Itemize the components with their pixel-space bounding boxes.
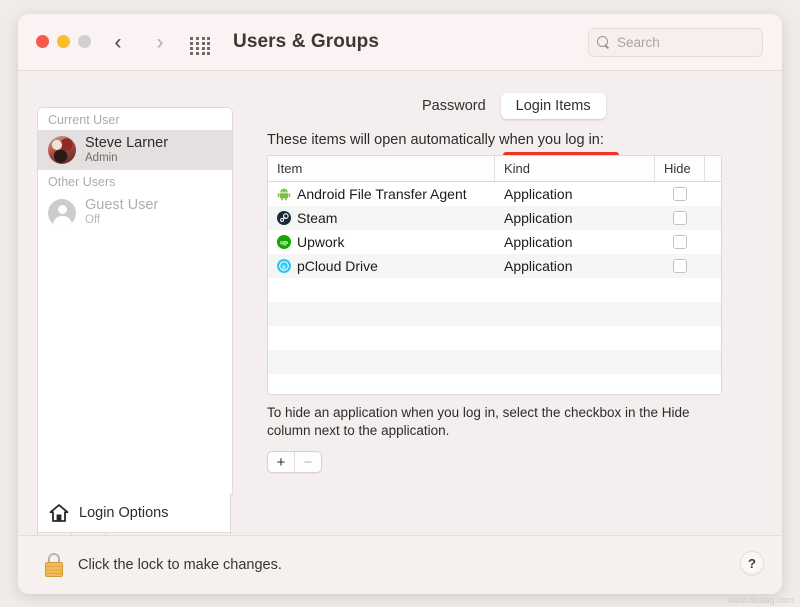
close-button[interactable] [36,35,49,48]
item-name: Android File Transfer Agent [297,186,467,202]
column-header-item[interactable]: Item [268,156,495,181]
hide-checkbox[interactable] [673,259,687,273]
svg-text:p: p [282,264,286,270]
item-name: Steam [297,210,338,226]
search-field[interactable]: Search [588,28,763,57]
table-row[interactable]: Android File Transfer Agent Application [268,182,721,206]
lock-message: Click the lock to make changes. [78,557,282,573]
cell-hide [655,187,705,201]
window-titlebar: ‹ › Users & Groups Search [18,14,782,71]
user-name: Guest User [85,197,159,214]
user-status: Admin [85,151,118,164]
window-content: Current User Steve Larner Admin Other Us… [18,71,782,594]
item-name: pCloud Drive [297,258,378,274]
sidebar-item-guest-user[interactable]: Guest User Off [38,192,232,232]
cell-kind: Application [504,234,573,250]
table-row[interactable]: p pCloud Drive Application [268,254,721,278]
remove-login-item-button[interactable]: − [294,452,321,472]
table-header-row: Item Kind Hide [268,156,721,182]
zoom-button[interactable] [78,35,91,48]
cell-item: Android File Transfer Agent [268,186,495,202]
svg-text:up: up [280,240,288,247]
item-name: Upwork [297,234,345,250]
minimize-button[interactable] [57,35,70,48]
cell-item: up Upwork [268,234,495,250]
cell-hide [655,259,705,273]
table-row-empty [268,278,721,302]
desktop-background: ‹ › Users & Groups Search Current User S… [0,0,800,607]
watermark: www.4eaag.com [727,595,794,605]
login-items-add-remove: + − [267,451,322,473]
table-row-empty [268,374,721,394]
cell-kind: Application [504,258,573,274]
steam-icon [277,211,291,225]
cell-kind: Application [504,210,573,226]
login-items-table: Item Kind Hide Android File Transfer Age… [267,155,722,395]
sidebar-item-steve-larner[interactable]: Steve Larner Admin [38,130,232,171]
users-sidebar: Current User Steve Larner Admin Other Us… [37,107,233,495]
cell-item: Steam [268,210,495,226]
user-name: Steve Larner [85,135,169,151]
hide-column-hint: To hide an application when you log in, … [267,405,690,439]
search-icon [597,36,610,49]
cell-kind: Application [504,186,573,202]
avatar [48,136,76,165]
add-login-item-button[interactable]: + [268,452,294,472]
forward-button[interactable]: › [148,30,172,54]
column-header-hide[interactable]: Hide [655,156,705,181]
table-row[interactable]: Steam Application [268,206,721,230]
cell-item: p pCloud Drive [268,258,495,274]
cell-hide [655,211,705,225]
window-footer: Click the lock to make changes. ? [18,535,782,594]
table-row-empty [268,326,721,350]
locked-padlock-icon[interactable] [40,548,68,580]
hide-checkbox[interactable] [673,235,687,249]
column-header-kind[interactable]: Kind [495,156,655,181]
sidebar-item-login-options[interactable]: Login Options [37,493,231,533]
android-icon [277,187,291,201]
back-button[interactable]: ‹ [106,30,130,54]
sidebar-item-label: Login Options [79,504,169,521]
cell-hide [655,235,705,249]
tab-password[interactable]: Password [407,93,501,119]
home-icon [48,503,70,523]
upwork-icon: up [277,235,291,249]
tab-login-items[interactable]: Login Items [500,93,606,119]
system-preferences-window: ‹ › Users & Groups Search Current User S… [18,14,782,594]
traffic-lights [36,35,91,48]
avatar [48,198,76,227]
pcloud-icon: p [277,259,291,273]
hide-checkbox[interactable] [673,211,687,225]
table-row-empty [268,302,721,326]
sidebar-group-header-current: Current User [38,108,232,130]
page-title: Users & Groups [233,31,380,52]
column-header-spacer [705,156,721,181]
help-button[interactable]: ? [740,551,764,575]
table-row-empty [268,350,721,374]
tab-bar: Password Login Items [407,93,606,119]
search-placeholder: Search [617,35,660,50]
login-items-description: These items will open automatically when… [267,132,604,148]
show-all-icon[interactable] [190,37,211,55]
user-status: Off [85,214,101,227]
sidebar-group-header-other: Other Users [38,170,232,193]
hide-checkbox[interactable] [673,187,687,201]
table-row[interactable]: up Upwork Application [268,230,721,254]
